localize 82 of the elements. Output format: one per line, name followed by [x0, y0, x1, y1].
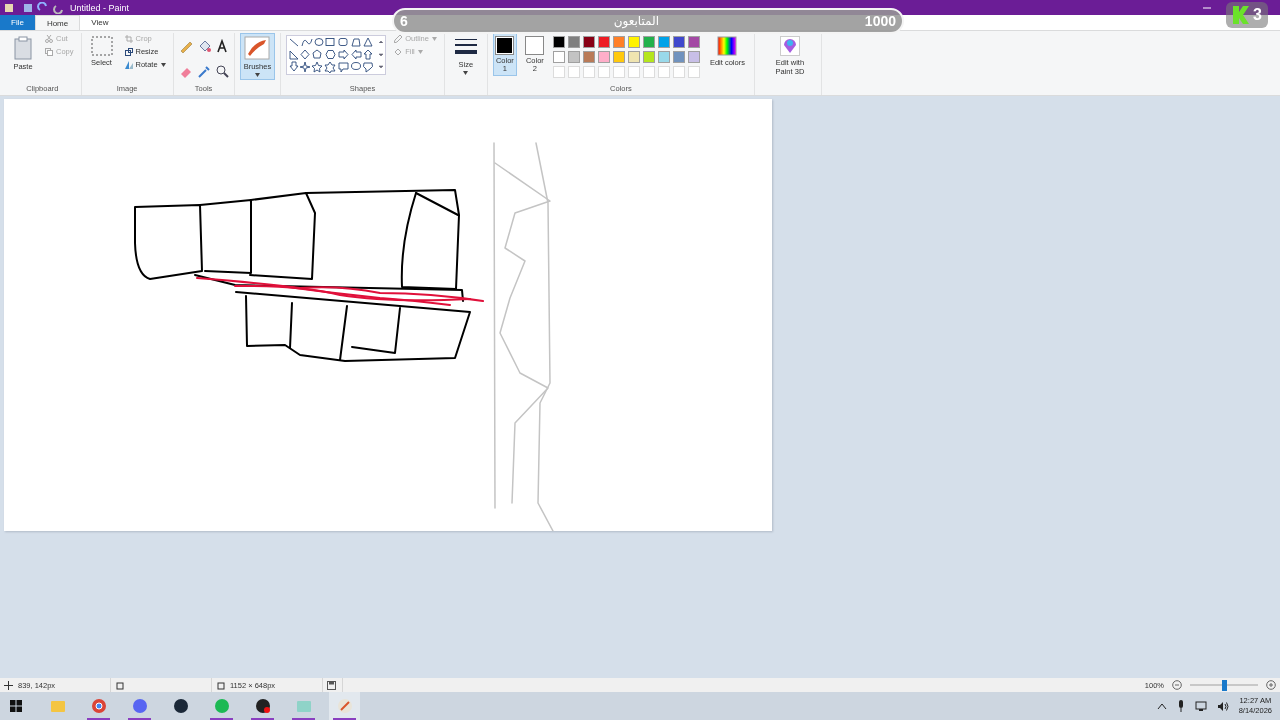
save-icon — [327, 680, 336, 690]
window-title: Untitled - Paint — [70, 2, 130, 13]
empty-color-slot[interactable] — [687, 66, 700, 78]
paint-drop-icon — [779, 36, 800, 56]
app-icon — [90, 698, 107, 714]
pen-icon — [394, 34, 403, 43]
palette-color[interactable] — [597, 51, 610, 63]
caret-icon — [160, 62, 166, 67]
app-icon — [213, 698, 230, 714]
volume-icon[interactable] — [1216, 700, 1229, 712]
notepad-icon — [295, 698, 312, 714]
palette-color[interactable] — [657, 51, 670, 63]
palette-color[interactable] — [642, 36, 655, 48]
empty-color-slot[interactable] — [672, 66, 685, 78]
follower-goal-start: 6 — [400, 13, 408, 29]
empty-color-slot[interactable] — [612, 66, 625, 78]
palette-color[interactable] — [552, 36, 565, 48]
palette-color[interactable] — [582, 51, 595, 63]
zoom-in-icon[interactable] — [1266, 680, 1276, 690]
cursor-position-icon — [4, 680, 13, 690]
palette-icon — [336, 698, 353, 714]
text-icon[interactable] — [214, 39, 229, 53]
palette-color[interactable] — [642, 51, 655, 63]
follower-goal-target: 1000 — [864, 13, 896, 29]
quick-access-icons[interactable] — [4, 1, 64, 14]
empty-color-slot[interactable] — [627, 66, 640, 78]
pencil-icon[interactable] — [178, 39, 193, 53]
scissors-icon — [45, 34, 53, 43]
caret-icon — [463, 71, 469, 75]
ribbon-tab[interactable]: File — [0, 15, 35, 30]
letter-logo-icon — [1232, 5, 1250, 25]
palette-color[interactable] — [597, 36, 610, 48]
palette-color[interactable] — [582, 36, 595, 48]
brush-icon — [244, 36, 271, 60]
app-icon — [254, 698, 271, 714]
rotate-icon — [124, 60, 133, 69]
palette-color[interactable] — [567, 36, 580, 48]
palette-color[interactable] — [687, 51, 700, 63]
palette-color[interactable] — [552, 51, 565, 63]
palette-color[interactable] — [627, 36, 640, 48]
color-spectrum-icon — [717, 36, 738, 56]
empty-color-slot[interactable] — [657, 66, 670, 78]
resize-icon — [124, 47, 133, 56]
chevron-up-icon[interactable] — [1156, 702, 1167, 710]
app-icon — [131, 698, 148, 714]
empty-color-slot[interactable] — [552, 66, 565, 78]
empty-color-slot[interactable] — [567, 66, 580, 78]
color-picker-icon[interactable] — [196, 63, 211, 78]
zoom-slider-thumb[interactable] — [1222, 679, 1227, 691]
selection-icon — [90, 36, 113, 56]
empty-color-slot[interactable] — [582, 66, 595, 78]
palette-color[interactable] — [612, 51, 625, 63]
clipboard-icon — [13, 36, 33, 60]
caret-icon — [431, 36, 437, 41]
palette-color[interactable] — [567, 51, 580, 63]
taskbar-app[interactable] — [329, 692, 360, 720]
palette-color[interactable] — [627, 51, 640, 63]
copy-icon — [45, 47, 53, 56]
ribbon-tab[interactable]: Home — [34, 15, 81, 30]
fill-bucket-icon — [394, 47, 403, 56]
crop-icon — [124, 34, 133, 43]
network-icon[interactable] — [1194, 700, 1207, 712]
caret-icon — [254, 73, 260, 77]
folder-icon — [49, 698, 66, 714]
palette-color[interactable] — [672, 36, 685, 48]
palette-color[interactable] — [672, 51, 685, 63]
magnifier-icon[interactable] — [214, 63, 229, 78]
zoom-out-icon[interactable] — [1172, 680, 1182, 690]
followers-label: المتابعون — [613, 14, 659, 28]
windows-start-icon[interactable] — [10, 700, 22, 712]
shapes-gallery[interactable] — [286, 35, 387, 75]
caret-icon — [417, 49, 423, 54]
selection-size-icon — [115, 680, 124, 690]
canvas-size-icon — [216, 680, 225, 690]
microphone-icon[interactable] — [1176, 700, 1185, 712]
palette-color[interactable] — [687, 36, 700, 48]
palette-color[interactable] — [657, 36, 670, 48]
app-icon — [172, 698, 189, 714]
palette-color[interactable] — [612, 36, 625, 48]
empty-color-slot[interactable] — [597, 66, 610, 78]
viewer-count: 3 — [1253, 6, 1262, 24]
empty-color-slot[interactable] — [642, 66, 655, 78]
